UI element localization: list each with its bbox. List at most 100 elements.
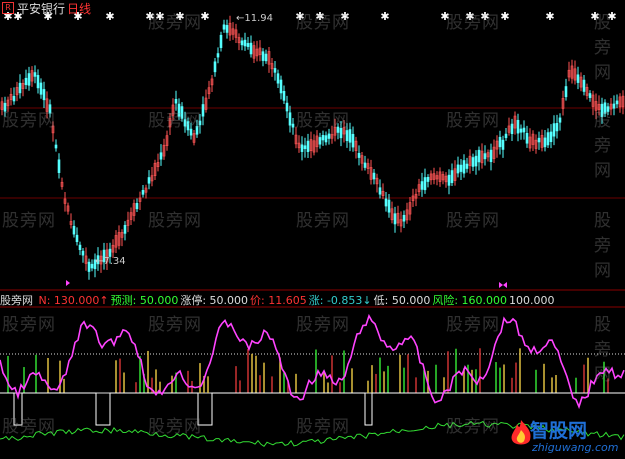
candle-body bbox=[303, 145, 307, 150]
candle-body bbox=[213, 61, 217, 73]
candle-body bbox=[195, 126, 199, 135]
candle-body bbox=[264, 53, 268, 62]
candle-body bbox=[18, 82, 22, 94]
indicator-name: 股旁网 bbox=[0, 294, 33, 306]
candle-body bbox=[90, 263, 94, 269]
candle-body bbox=[222, 24, 226, 30]
candle-body bbox=[273, 68, 277, 73]
candle-body bbox=[300, 144, 304, 152]
candle-body bbox=[285, 102, 289, 112]
candle-body bbox=[393, 213, 397, 225]
candle-body bbox=[423, 177, 427, 191]
candle-body bbox=[357, 152, 361, 158]
candle-body bbox=[186, 121, 190, 131]
candle-body bbox=[465, 163, 469, 169]
candle-body bbox=[543, 137, 547, 148]
candle-body bbox=[183, 119, 187, 127]
high-price-label: ←11.94 bbox=[236, 13, 274, 24]
star-marker: ✱ bbox=[545, 10, 554, 23]
star-marker: ✱ bbox=[315, 10, 324, 23]
candle-body bbox=[33, 72, 37, 77]
candle-body bbox=[510, 123, 514, 135]
candle-body bbox=[552, 123, 556, 137]
candle-body bbox=[276, 73, 280, 84]
candle-body bbox=[327, 133, 331, 139]
star-marker: ✱ bbox=[295, 10, 304, 23]
candle-body bbox=[24, 77, 28, 86]
candle-body bbox=[279, 79, 283, 94]
candle-body bbox=[12, 95, 16, 102]
candle-body bbox=[576, 74, 580, 83]
triangle-marker bbox=[66, 280, 70, 286]
candle-body bbox=[291, 123, 295, 128]
candle-body bbox=[135, 203, 139, 210]
candle-body bbox=[498, 136, 502, 148]
candle-body bbox=[198, 120, 202, 126]
restore-icon[interactable]: R bbox=[2, 2, 14, 14]
candle-body bbox=[81, 250, 85, 256]
star-marker: ✱ bbox=[440, 10, 449, 23]
star-marker: ✱ bbox=[145, 10, 154, 23]
candle-body bbox=[525, 133, 529, 144]
chart-canvas[interactable]: ✱ ✱ ✱ ✱ ✱ ✱ ✱ ✱ ✱ ✱ ✱ ✱ ✱ ✱ ✱ ✱ ✱ ✱ ✱ ✱ bbox=[0, 0, 625, 459]
low-price-label: ←7.34 bbox=[95, 256, 126, 267]
star-marker: ✱ bbox=[155, 10, 164, 23]
candle-body bbox=[78, 244, 82, 251]
candlestick-series[interactable] bbox=[0, 15, 625, 280]
indicator-item: 低: 50.000 bbox=[373, 294, 431, 306]
candle-body bbox=[201, 104, 205, 117]
star-marker: ✱ bbox=[175, 10, 184, 23]
chart-title-bar: R 平安银行 日线 bbox=[0, 0, 91, 16]
candle-body bbox=[537, 137, 541, 143]
candle-body bbox=[489, 149, 493, 163]
candle-body bbox=[180, 106, 184, 119]
candle-body bbox=[384, 198, 388, 207]
indicator-item: N: 130.000↑ bbox=[38, 294, 109, 306]
candle-body bbox=[477, 149, 481, 163]
star-marker: ✱ bbox=[200, 10, 209, 23]
candle-body bbox=[549, 131, 553, 143]
candle-body bbox=[564, 86, 568, 98]
candle-body bbox=[336, 126, 340, 133]
indicator-readout: 股旁网 N: 130.000↑ 预测: 50.000 涨停: 50.000 价: 11… bbox=[0, 292, 625, 306]
candle-body bbox=[615, 100, 619, 105]
candle-body bbox=[606, 106, 610, 112]
candle-body bbox=[246, 43, 250, 47]
candle-body bbox=[483, 153, 487, 160]
star-marker: ✱ bbox=[380, 10, 389, 23]
candle-body bbox=[324, 135, 328, 143]
candle-body bbox=[3, 102, 7, 112]
star-marker: ✱ bbox=[500, 10, 509, 23]
candle-body bbox=[555, 123, 559, 132]
candle-body bbox=[87, 261, 91, 272]
candle-body bbox=[600, 103, 604, 117]
candle-body bbox=[36, 75, 40, 89]
candle-body bbox=[219, 34, 223, 48]
candle-body bbox=[240, 40, 244, 46]
candle-body bbox=[216, 53, 220, 58]
candle-body bbox=[426, 176, 430, 182]
candle-body bbox=[612, 103, 616, 109]
candle-body bbox=[147, 177, 151, 184]
period-label[interactable]: 日线 bbox=[67, 2, 91, 16]
candle-body bbox=[57, 159, 61, 173]
candle-body bbox=[402, 214, 406, 222]
indicator-item: 预测: 50.000 bbox=[110, 294, 179, 306]
candle-body bbox=[345, 130, 349, 141]
indicator-item: 风险: 160.000 bbox=[432, 294, 508, 306]
candle-body bbox=[348, 129, 352, 143]
candle-body bbox=[474, 155, 478, 167]
candle-body bbox=[519, 128, 523, 133]
candle-body bbox=[363, 162, 367, 168]
candle-body bbox=[288, 112, 292, 126]
stock-name: 平安银行 bbox=[17, 2, 66, 16]
star-marker: ✱ bbox=[607, 10, 616, 23]
candle-body bbox=[351, 133, 355, 148]
candle-body bbox=[75, 234, 79, 243]
candle-body bbox=[54, 144, 58, 149]
candle-body bbox=[123, 224, 127, 234]
candle-body bbox=[225, 25, 229, 33]
candle-body bbox=[39, 82, 43, 95]
candle-body bbox=[48, 104, 52, 114]
candle-body bbox=[459, 164, 463, 172]
